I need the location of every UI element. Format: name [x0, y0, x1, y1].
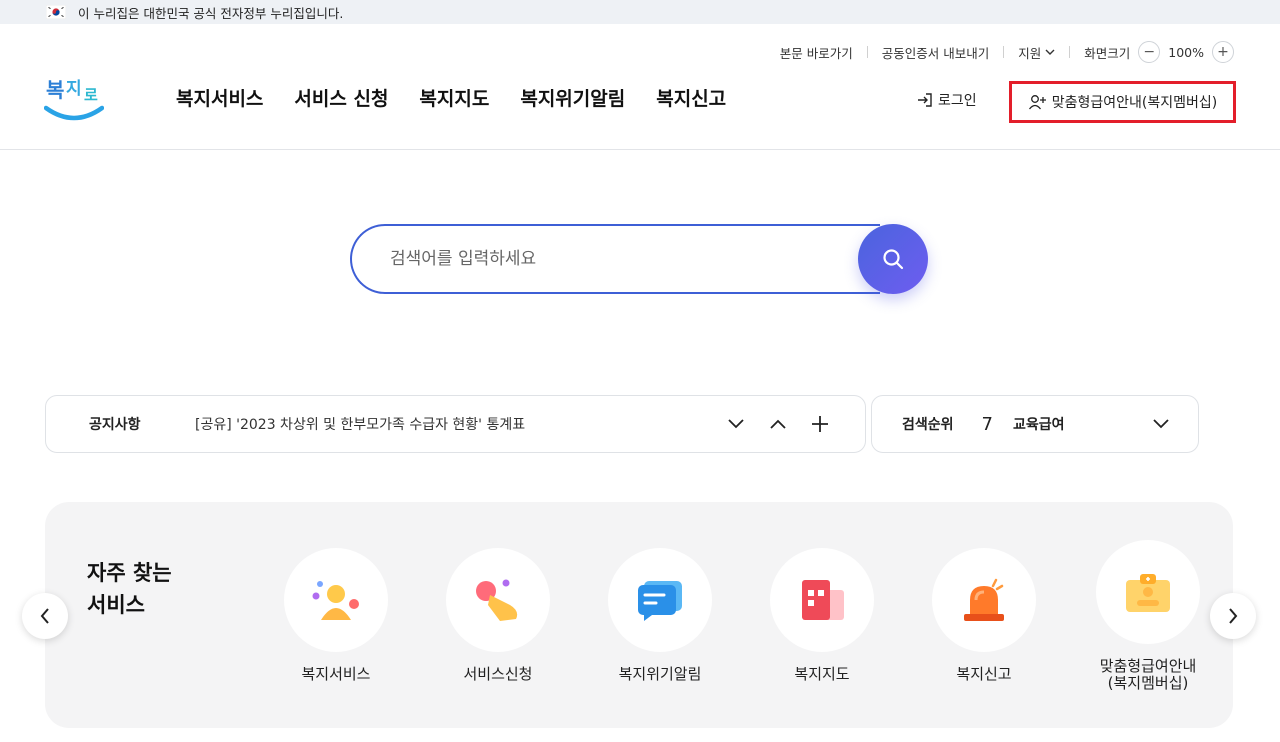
siren-icon	[932, 548, 1036, 652]
map-icon	[770, 548, 874, 652]
notice-next-button[interactable]	[727, 418, 745, 430]
plus-icon	[812, 416, 828, 432]
quick-item-label-line1: 맞춤형급여안내	[1099, 657, 1197, 675]
quick-next-button[interactable]	[1210, 593, 1256, 639]
hand-tap-icon	[446, 548, 550, 652]
notice-label: 공지사항	[89, 417, 141, 433]
search-ranking: 검색순위 7 교육급여	[871, 395, 1199, 453]
add-user-icon	[1028, 95, 1046, 110]
quick-item-welfare-report[interactable]: 복지신고	[909, 548, 1059, 683]
people-icon	[284, 548, 388, 652]
zoom-label: 화면크기	[1084, 45, 1131, 61]
notice-prev-button[interactable]	[769, 418, 787, 430]
quick-item-label: 복지지도	[794, 665, 850, 683]
quick-prev-button[interactable]	[22, 593, 68, 639]
support-dropdown[interactable]: 지원	[1004, 43, 1069, 62]
korea-flag-icon	[45, 4, 67, 20]
search-box	[350, 224, 928, 294]
message-icon	[608, 548, 712, 652]
rank-expand-button[interactable]	[1152, 418, 1170, 430]
utility-bar: 본문 바로가기 공동인증서 내보내기 지원 화면크기 − 100% +	[766, 41, 1234, 63]
nav-welfare-report[interactable]: 복지신고	[656, 84, 726, 111]
quick-item-crisis-alert[interactable]: 복지위기알림	[585, 548, 735, 683]
membership-button[interactable]: 맞춤형급여안내(복지멤버십)	[1009, 81, 1236, 123]
rank-label: 검색순위	[902, 417, 954, 433]
notice-more-button[interactable]	[811, 415, 829, 433]
quick-item-label: 복지신고	[956, 665, 1012, 683]
svg-text:복: 복	[46, 78, 64, 102]
notice-controls	[727, 415, 829, 433]
quick-services-panel: 자주 찾는 서비스 복지서비스 서비스신청 복지위기알림 복지지도 복지신고 맞…	[45, 502, 1233, 728]
support-label: 지원	[1018, 45, 1042, 61]
nav-welfare-map[interactable]: 복지지도	[419, 84, 489, 111]
bokjiro-logo[interactable]: 복 지 로	[43, 70, 105, 124]
quick-item-label-line2: (복지멤버십)	[1107, 674, 1189, 692]
quick-item-label: 맞춤형급여안내 (복지멤버십)	[1073, 658, 1223, 692]
quick-item-welfare-service[interactable]: 복지서비스	[261, 548, 411, 683]
chevron-up-icon	[770, 419, 786, 429]
membership-label: 맞춤형급여안내(복지멤버십)	[1051, 95, 1218, 111]
skip-link[interactable]: 본문 바로가기	[766, 43, 867, 62]
chevron-right-icon	[1229, 608, 1238, 624]
main-nav: 복지서비스 서비스 신청 복지지도 복지위기알림 복지신고	[176, 84, 726, 111]
quick-item-welfare-map[interactable]: 복지지도	[747, 548, 897, 683]
chevron-down-icon	[1153, 419, 1169, 429]
zoom-value: 100%	[1168, 44, 1204, 60]
chevron-down-icon	[728, 419, 744, 429]
nav-crisis-alert[interactable]: 복지위기알림	[520, 84, 625, 111]
quick-services-title: 자주 찾는 서비스	[87, 557, 197, 621]
quick-title-line2: 서비스	[87, 593, 145, 617]
cert-export-link[interactable]: 공동인증서 내보내기	[868, 43, 1003, 62]
quick-item-label: 복지서비스	[301, 665, 371, 683]
quick-item-label: 복지위기알림	[618, 665, 702, 683]
notice-text[interactable]: [공유] '2023 차상위 및 한부모가족 수급자 현황' 통계표	[195, 414, 727, 434]
login-button[interactable]: 로그인	[916, 90, 977, 110]
login-label: 로그인	[938, 93, 977, 109]
header-divider	[0, 149, 1280, 150]
nav-welfare-service[interactable]: 복지서비스	[176, 84, 263, 111]
gov-banner: 이 누리집은 대한민국 공식 전자정부 누리집입니다.	[0, 0, 1280, 24]
zoom-out-button[interactable]: −	[1138, 41, 1161, 63]
notice-bar: 공지사항 [공유] '2023 차상위 및 한부모가족 수급자 현황' 통계표	[45, 395, 866, 453]
rank-number: 7	[981, 413, 993, 435]
chevron-down-icon	[1045, 49, 1055, 55]
login-icon	[918, 93, 932, 107]
svg-text:로: 로	[84, 86, 98, 104]
quick-item-service-apply[interactable]: 서비스신청	[423, 548, 573, 683]
quick-item-label: 서비스신청	[463, 665, 533, 683]
rank-keyword[interactable]: 교육급여	[1013, 414, 1152, 434]
chevron-left-icon	[40, 608, 49, 624]
id-card-icon	[1096, 540, 1200, 644]
quick-title-line1: 자주 찾는	[87, 561, 172, 585]
search-input[interactable]	[350, 224, 880, 294]
svg-text:지: 지	[66, 79, 82, 99]
quick-item-membership[interactable]: 맞춤형급여안내 (복지멤버십)	[1073, 540, 1223, 692]
search-button[interactable]	[858, 224, 928, 294]
gov-banner-text: 이 누리집은 대한민국 공식 전자정부 누리집입니다.	[78, 5, 344, 21]
nav-service-apply[interactable]: 서비스 신청	[294, 84, 388, 111]
zoom-in-button[interactable]: +	[1212, 41, 1234, 63]
search-icon	[883, 249, 904, 270]
